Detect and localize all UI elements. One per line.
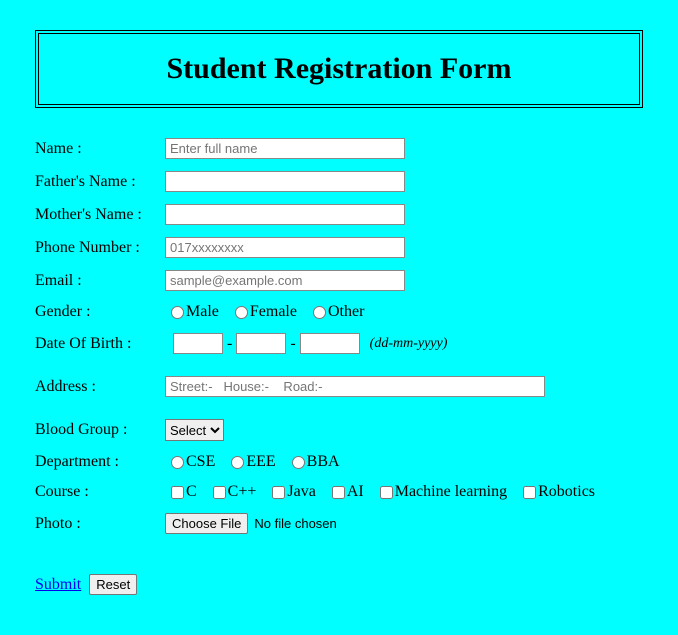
row-father: Father's Name : — [35, 171, 643, 192]
file-status: No file chosen — [254, 516, 336, 531]
title-frame: Student Registration Form — [35, 30, 643, 108]
gender-female-label: Female — [250, 303, 297, 321]
label-address: Address : — [35, 378, 165, 396]
title-inner: Student Registration Form — [38, 33, 640, 105]
label-father: Father's Name : — [35, 173, 165, 191]
dob-hint: (dd-mm-yyyy) — [370, 336, 448, 352]
row-phone: Phone Number : — [35, 237, 643, 258]
dept-eee-radio[interactable] — [231, 456, 244, 469]
gender-female-radio[interactable] — [235, 306, 248, 319]
label-email: Email : — [35, 272, 165, 290]
dept-bba-label: BBA — [307, 453, 340, 471]
registration-form: Student Registration Form Name : Father'… — [0, 0, 678, 615]
course-c-checkbox[interactable] — [171, 486, 184, 499]
gender-other-label: Other — [328, 303, 364, 321]
course-ml-checkbox[interactable] — [380, 486, 393, 499]
course-robotics-checkbox[interactable] — [523, 486, 536, 499]
row-address: Address : — [35, 376, 643, 397]
course-cpp-checkbox[interactable] — [213, 486, 226, 499]
label-course: Course : — [35, 483, 165, 501]
dob-sep-1: - — [227, 335, 232, 353]
row-dob: Date Of Birth : - - (dd-mm-yyyy) — [35, 333, 643, 354]
course-c-label: C — [186, 483, 197, 501]
choose-file-button[interactable]: Choose File — [165, 513, 248, 534]
gender-male-radio[interactable] — [171, 306, 184, 319]
submit-link[interactable]: Submit — [35, 576, 81, 593]
course-ai-checkbox[interactable] — [332, 486, 345, 499]
course-java-label: Java — [287, 483, 315, 501]
course-ml-label: Machine learning — [395, 483, 507, 501]
email-input[interactable] — [165, 270, 405, 291]
dept-bba-radio[interactable] — [292, 456, 305, 469]
row-mother: Mother's Name : — [35, 204, 643, 225]
address-input[interactable] — [165, 376, 545, 397]
label-phone: Phone Number : — [35, 239, 165, 257]
course-cpp-label: C++ — [228, 483, 257, 501]
gender-other-radio[interactable] — [313, 306, 326, 319]
row-blood: Blood Group : Select — [35, 419, 643, 441]
course-ai-label: AI — [347, 483, 364, 501]
dob-day-input[interactable] — [173, 333, 223, 354]
reset-button[interactable]: Reset — [89, 574, 137, 595]
dept-cse-radio[interactable] — [171, 456, 184, 469]
dob-month-input[interactable] — [236, 333, 286, 354]
blood-group-select[interactable]: Select — [165, 419, 224, 441]
row-photo: Photo : Choose File No file chosen — [35, 513, 643, 534]
label-department: Department : — [35, 453, 165, 471]
course-robotics-label: Robotics — [538, 483, 595, 501]
dept-cse-label: CSE — [186, 453, 215, 471]
label-dob: Date Of Birth : — [35, 335, 165, 353]
label-mother: Mother's Name : — [35, 206, 165, 224]
row-gender: Gender : Male Female Other — [35, 303, 643, 321]
label-name: Name : — [35, 140, 165, 158]
mother-name-input[interactable] — [165, 204, 405, 225]
label-photo: Photo : — [35, 515, 165, 533]
name-input[interactable] — [165, 138, 405, 159]
page-title: Student Registration Form — [49, 52, 629, 86]
row-email: Email : — [35, 270, 643, 291]
dob-year-input[interactable] — [300, 333, 360, 354]
label-gender: Gender : — [35, 303, 165, 321]
phone-input[interactable] — [165, 237, 405, 258]
dob-sep-2: - — [290, 335, 295, 353]
row-department: Department : CSE EEE BBA — [35, 453, 643, 471]
row-course: Course : C C++ Java AI Machine learning — [35, 483, 643, 501]
row-name: Name : — [35, 138, 643, 159]
course-java-checkbox[interactable] — [272, 486, 285, 499]
father-name-input[interactable] — [165, 171, 405, 192]
actions-row: Submit Reset — [35, 574, 643, 595]
dept-eee-label: EEE — [246, 453, 275, 471]
gender-male-label: Male — [186, 303, 219, 321]
label-blood: Blood Group : — [35, 421, 165, 439]
